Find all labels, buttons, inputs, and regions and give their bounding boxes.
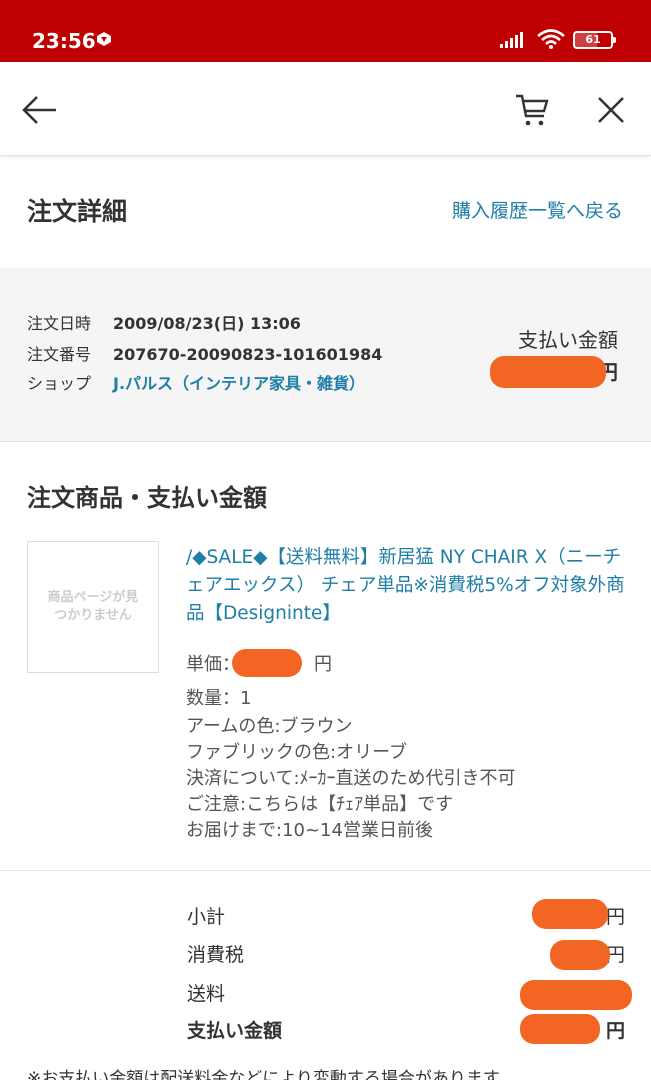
tax-label: 消費税 — [187, 944, 245, 966]
shop-row: ショップ J.パルス（インテリア家具・雑貨） — [27, 373, 365, 395]
page-title: 注文詳細 — [27, 197, 128, 226]
notification-app-icon — [96, 31, 112, 51]
redaction-mark — [520, 980, 632, 1010]
shop-link[interactable]: J.パルス（インテリア家具・雑貨） — [113, 373, 365, 395]
back-button[interactable] — [16, 86, 64, 134]
shipping-label: 送料 — [187, 983, 226, 1005]
purchase-history-link[interactable]: 購入履歴一覧へ戻る — [452, 197, 623, 225]
order-date-row: 注文日時 2009/08/23(日) 13:06 — [27, 313, 301, 335]
arrow-left-icon — [22, 96, 56, 124]
battery-level: 61 — [585, 33, 601, 46]
section-divider — [0, 870, 651, 871]
option-delivery: お届けまで:10~14営業日前後 — [186, 820, 433, 841]
footer-note: ※お支払い金額は配送料金などにより変動する場合があります。 — [27, 1069, 516, 1080]
payment-label: 支払い金額 — [518, 328, 618, 352]
redaction-mark — [532, 899, 608, 929]
cart-button[interactable] — [508, 86, 556, 134]
product-thumbnail: 商品ページが見つかりません — [27, 541, 159, 673]
status-bar: 23:56 61 — [0, 0, 651, 62]
redaction-mark — [520, 1014, 600, 1044]
total-label: 支払い金額 — [187, 1020, 283, 1042]
order-number-label: 注文番号 — [27, 345, 92, 364]
option-arm-color: アームの色:ブラウン — [186, 716, 353, 737]
shop-label: ショップ — [27, 374, 92, 393]
redaction-mark — [232, 649, 302, 677]
option-payment: 決済について:ﾒｰｶｰ直送のため代引き不可 — [186, 768, 516, 789]
items-section-title: 注文商品・支払い金額 — [27, 484, 267, 512]
order-number-row: 注文番号 207670-20090823-101601984 — [27, 344, 382, 366]
option-fabric-color: ファブリックの色:オリーブ — [186, 742, 407, 763]
close-icon — [598, 97, 624, 123]
redaction-mark — [550, 940, 610, 970]
order-number-value: 207670-20090823-101601984 — [113, 345, 383, 364]
battery-icon: 61 — [573, 31, 616, 49]
cart-icon — [516, 94, 549, 126]
signal-icon — [500, 30, 530, 54]
close-button[interactable] — [587, 86, 635, 134]
subtotal-label: 小計 — [187, 906, 226, 928]
wifi-icon — [536, 28, 566, 54]
order-date-label: 注文日時 — [27, 314, 92, 333]
order-date-value: 2009/08/23(日) 13:06 — [113, 314, 301, 333]
total-currency: 円 — [605, 1020, 625, 1042]
app-bar — [0, 62, 651, 156]
status-time: 23:56 — [32, 29, 96, 53]
product-name-link[interactable]: /◆SALE◆【送料無料】新居猛 NY CHAIR X（ニーチェアエックス） チ… — [186, 544, 626, 628]
subtotal-currency: 円 — [605, 906, 625, 928]
unit-price-currency: 円 — [314, 654, 332, 675]
option-notice: ご注意:こちらは【ﾁｪｱ単品】です — [186, 794, 454, 815]
quantity: 数量：1 — [186, 688, 252, 709]
thumbnail-placeholder-text: 商品ページが見つかりません — [47, 590, 139, 623]
redaction-mark — [490, 356, 606, 388]
payment-amount: 円 — [490, 356, 620, 388]
